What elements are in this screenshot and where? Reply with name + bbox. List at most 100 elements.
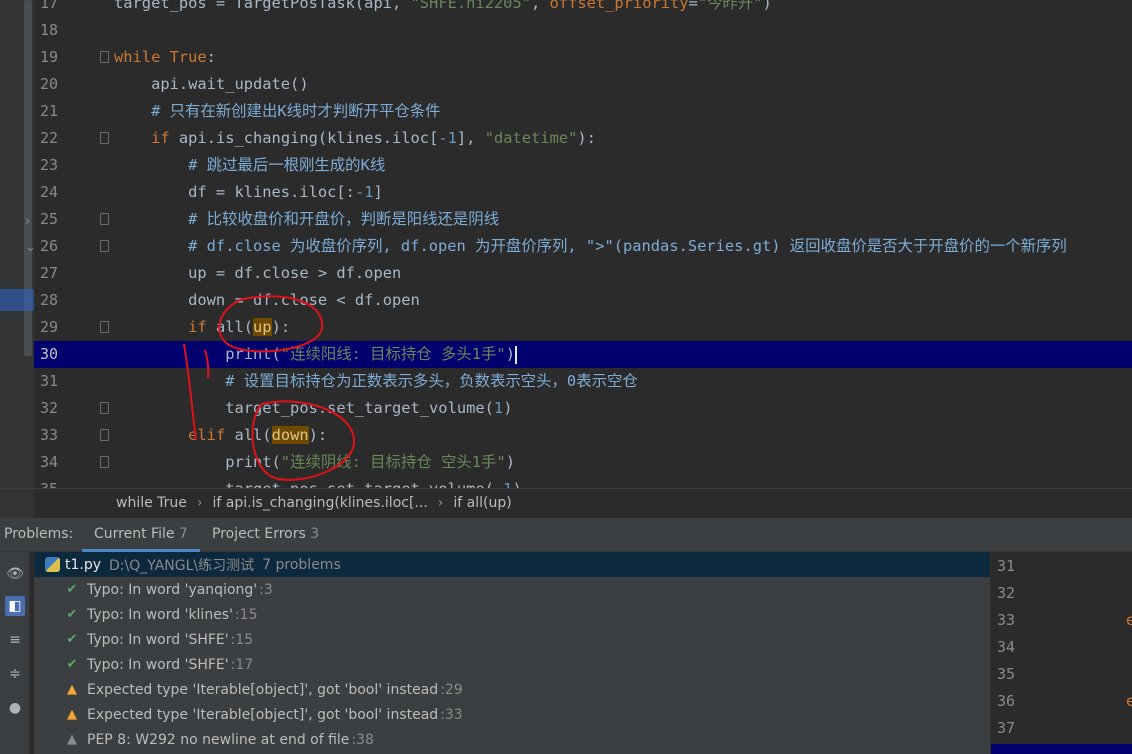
breadcrumb-item[interactable]: while True <box>116 495 187 511</box>
fold-marker-icon[interactable] <box>100 240 109 252</box>
problem-item[interactable]: ✔ Typo: In word 'klines':15 <box>64 602 258 627</box>
code-text: if api.is_changing(klines.iloc[-1], "dat… <box>114 125 596 152</box>
preview-line: 33 e <box>997 607 1132 634</box>
code-token: api.wait_update() <box>114 75 309 93</box>
code-line[interactable]: 25 # 比较收盘价和开盘价，判断是阳线还是阴线 <box>34 206 1132 233</box>
code-line[interactable]: 27 up = df.close > df.open <box>34 260 1132 287</box>
problem-item[interactable]: ▲ Expected type 'Iterable[object]', got '… <box>64 677 463 702</box>
code-token: "SHFE.ni2205" <box>410 0 531 12</box>
code-line[interactable]: 29 if all(up): <box>34 314 1132 341</box>
fold-marker-icon[interactable] <box>100 132 109 144</box>
line-number: 35 <box>40 476 68 488</box>
preview-line: 37 <box>997 715 1132 742</box>
code-token: target_pos.set_target_volume( <box>114 480 494 488</box>
code-editor[interactable]: › ⌄ 17 target_pos = TargetPosTask(api, "S… <box>0 0 1132 488</box>
code-line[interactable]: 17 target_pos = TargetPosTask(api, "SHFE.… <box>34 0 1132 17</box>
problem-line-ref: :38 <box>351 731 374 748</box>
line-number: 28 <box>40 291 59 309</box>
tab-current-file[interactable]: Current File 7 <box>82 518 200 552</box>
line-number: 19 <box>40 48 59 66</box>
code-line[interactable]: 31 # 设置目标持仓为正数表示多头，负数表示空头，0表示空仓 <box>34 368 1132 395</box>
problem-item[interactable]: ✔ Typo: In word 'yanqiong':3 <box>64 577 273 602</box>
code-line[interactable]: 28 down = df.close < df.open <box>34 287 1132 314</box>
code-token: up = df.close > df.open <box>114 264 402 282</box>
code-line[interactable]: 33 elif all(down): <box>34 422 1132 449</box>
line-number: 22 <box>40 129 59 147</box>
line-number: 29 <box>40 318 59 336</box>
fold-marker-icon[interactable] <box>100 456 109 468</box>
code-line[interactable]: 30 print("连续阳线: 目标持仓 多头1手") <box>34 341 1132 368</box>
code-text: target_pos.set_target_volume(1) <box>114 395 512 422</box>
line-number: 18 <box>40 21 59 39</box>
line-number: 32 <box>40 399 59 417</box>
code-line[interactable]: 24 df = klines.iloc[:-1] <box>34 179 1132 206</box>
code-token: ) <box>512 480 521 488</box>
code-token: = <box>688 0 698 12</box>
fold-marker-icon[interactable] <box>100 213 109 225</box>
line-number: 26 <box>40 237 59 255</box>
file-problem-count: 7 problems <box>262 556 341 573</box>
fold-marker-icon[interactable] <box>100 429 109 441</box>
fold-marker-icon[interactable] <box>100 321 109 333</box>
breadcrumb-item[interactable]: if api.is_changing(klines.iloc[... <box>213 495 428 511</box>
code-line[interactable]: 21 # 只有在新创建出K线时才判断开平仓条件 <box>34 98 1132 125</box>
problem-item[interactable]: ✔ Typo: In word 'SHFE':15 <box>64 627 254 652</box>
code-line[interactable]: 26 # df.close 为收盘价序列, df.open 为开盘价序列, ">… <box>34 233 1132 260</box>
bulb-icon[interactable]: ● <box>5 698 25 718</box>
chevron-right-icon[interactable]: › <box>25 214 30 229</box>
expand-all-icon[interactable]: ≡ <box>5 630 25 650</box>
preview-line-number: 35 <box>997 665 1016 683</box>
code-text: # df.close 为收盘价序列, df.open 为开盘价序列, ">"(p… <box>114 233 1067 260</box>
code-token: # 只有在新创建出K线时才判断开平仓条件 <box>114 102 441 120</box>
code-text: api.wait_update() <box>114 71 309 98</box>
code-line[interactable]: 23 # 跳过最后一根刚生成的K线 <box>34 152 1132 179</box>
problem-line-ref: :29 <box>440 681 463 698</box>
code-token: -1 <box>494 480 513 488</box>
code-token: "连续阳线: 目标持仓 多头1手" <box>280 345 506 363</box>
breadcrumb-item[interactable]: if all(up) <box>453 495 511 511</box>
file-row[interactable]: t1.py D:\Q_YANGL\练习测试 7 problems <box>34 552 990 577</box>
code-token: target_pos.set_target_volume( <box>114 399 494 417</box>
code-text: print("连续阳线: 目标持仓 多头1手") <box>114 341 517 368</box>
eye-icon[interactable]: 👁 <box>5 564 25 584</box>
problem-list[interactable]: t1.py D:\Q_YANGL\练习测试 7 problems ✔ Typo: … <box>34 552 990 754</box>
code-token: "今昨开" <box>697 0 763 12</box>
check-icon: ✔ <box>66 582 78 597</box>
code-token: # 跳过最后一根刚生成的K线 <box>114 156 386 174</box>
line-number: 34 <box>40 453 59 471</box>
fold-marker-icon[interactable] <box>100 402 109 414</box>
preview-toggle-icon[interactable]: ◧ <box>5 596 25 616</box>
code-line[interactable]: 20 api.wait_update() <box>34 71 1132 98</box>
code-line[interactable]: 22 if api.is_changing(klines.iloc[-1], "… <box>34 125 1132 152</box>
preview-line: 34 <box>997 634 1132 661</box>
code-line[interactable]: 19 while True: <box>34 44 1132 71</box>
code-text: # 只有在新创建出K线时才判断开平仓条件 <box>114 98 441 125</box>
python-file-icon <box>45 557 60 572</box>
code-preview[interactable]: 31 32 33 e 34 35 36 e 37 <box>990 552 1132 754</box>
problem-item[interactable]: ▲ PEP 8: W292 no newline at end of file:3… <box>64 727 374 752</box>
code-line[interactable]: 18 <box>34 17 1132 44</box>
code-lines[interactable]: 17 target_pos = TargetPosTask(api, "SHFE.… <box>34 0 1132 488</box>
code-text: # 比较收盘价和开盘价，判断是阳线还是阴线 <box>114 206 499 233</box>
code-token: print( <box>114 453 281 471</box>
check-icon: ✔ <box>66 657 78 672</box>
code-line[interactable]: 32 target_pos.set_target_volume(1) <box>34 395 1132 422</box>
collapse-all-icon[interactable]: ≑ <box>5 664 25 684</box>
tab-project-errors[interactable]: Project Errors 3 <box>212 526 319 542</box>
code-text: # 跳过最后一根刚生成的K线 <box>114 152 385 179</box>
problem-item[interactable]: ✔ Typo: In word 'SHFE':17 <box>64 652 254 677</box>
code-line[interactable]: 34 print("连续阴线: 目标持仓 空头1手") <box>34 449 1132 476</box>
problem-item[interactable]: ▲ Expected type 'Iterable[object]', got '… <box>64 702 463 727</box>
line-number: 23 <box>40 156 59 174</box>
line-number: 24 <box>40 183 59 201</box>
fold-marker-icon[interactable] <box>100 51 109 63</box>
code-token: # 设置目标持仓为正数表示多头，负数表示空头，0表示空仓 <box>114 372 638 390</box>
code-line[interactable]: 35 target_pos.set_target_volume(-1) <box>34 476 1132 488</box>
problem-text: Expected type 'Iterable[object]', got 'b… <box>87 681 439 698</box>
problem-line-ref: :33 <box>440 706 463 723</box>
code-text: while True: <box>114 44 216 71</box>
code-text: elif all(down): <box>114 422 327 449</box>
problem-line-ref: :3 <box>259 581 273 598</box>
